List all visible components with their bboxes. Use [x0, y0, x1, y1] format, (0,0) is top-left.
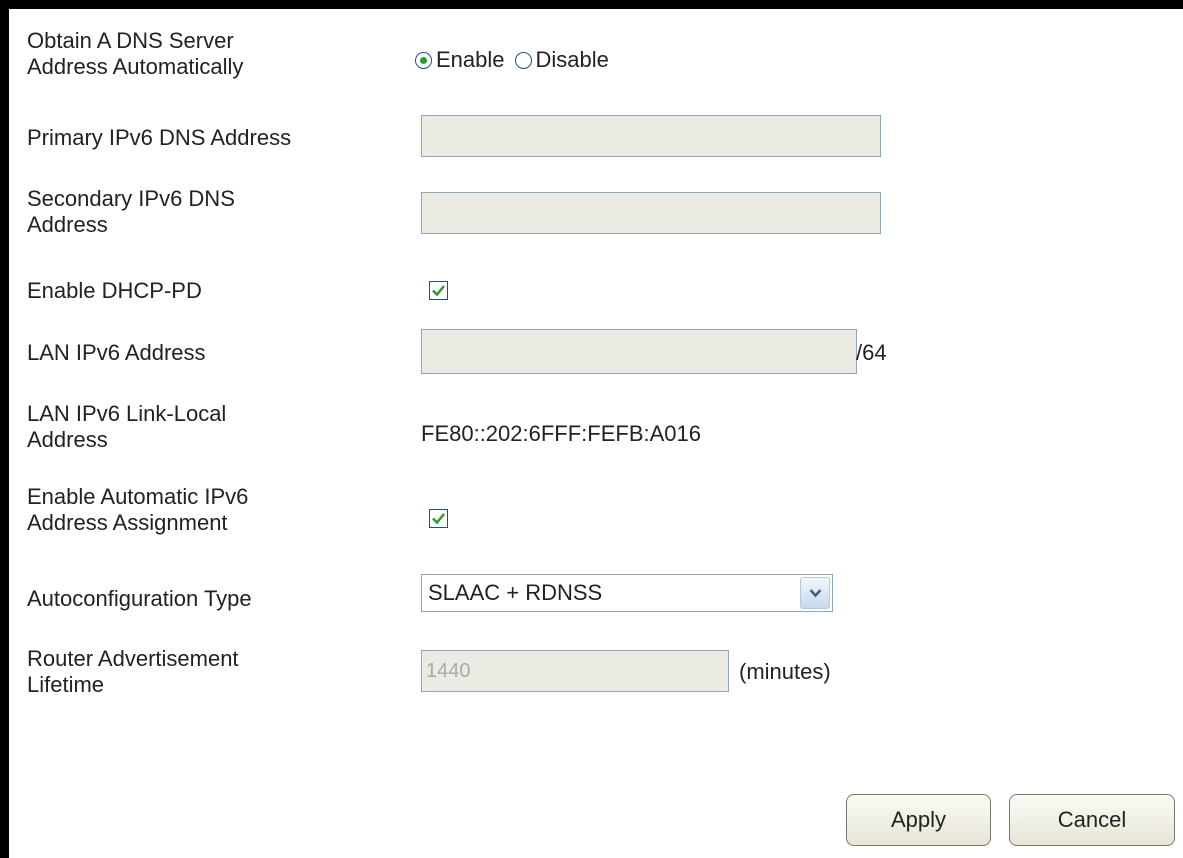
dropdown-arrow-button[interactable]: [800, 577, 830, 609]
obtain-dns-label: Obtain A DNS Server Address Automaticall…: [27, 28, 244, 79]
primary-dns-input[interactable]: [421, 115, 881, 157]
enable-radio-label[interactable]: Enable: [436, 47, 505, 73]
cancel-button[interactable]: Cancel: [1009, 794, 1175, 846]
lifetime-input[interactable]: 1440: [421, 650, 729, 692]
chevron-down-icon: [809, 589, 822, 598]
lan-ipv6-input[interactable]: [421, 329, 857, 374]
autoconfig-selected-value: SLAAC + RDNSS: [428, 580, 603, 605]
disable-radio-label[interactable]: Disable: [536, 47, 609, 73]
link-local-address: FE80::202:6FFF:FEFB:A016: [421, 421, 702, 446]
lan-prefix-suffix: /64: [856, 340, 887, 365]
router-adv-label: Router Advertisement Lifetime: [27, 646, 239, 697]
checkmark-icon: [432, 285, 445, 297]
dhcp-pd-checkbox[interactable]: [429, 281, 448, 300]
disable-radio[interactable]: [514, 51, 532, 69]
ipv6-settings-panel: Obtain A DNS Server Address Automaticall…: [9, 9, 1183, 858]
enable-dhcp-pd-label: Enable DHCP-PD: [27, 278, 202, 303]
auto-assign-label: Enable Automatic IPv6 Address Assignment: [27, 484, 249, 535]
apply-button[interactable]: Apply: [846, 794, 991, 846]
lifetime-unit: (minutes): [739, 659, 831, 684]
autoconfig-type-label: Autoconfiguration Type: [27, 586, 252, 611]
auto-assign-checkbox[interactable]: [429, 509, 448, 528]
enable-radio[interactable]: [415, 51, 432, 69]
secondary-dns-input[interactable]: [421, 192, 881, 234]
secondary-dns-label: Secondary IPv6 DNS Address: [27, 186, 235, 237]
lan-ipv6-label: LAN IPv6 Address: [27, 340, 206, 365]
checkmark-icon: [432, 513, 445, 525]
lan-link-local-label: LAN IPv6 Link-Local Address: [27, 401, 227, 452]
primary-dns-label: Primary IPv6 DNS Address: [27, 125, 292, 150]
autoconfig-type-select[interactable]: SLAAC + RDNSS: [421, 574, 833, 612]
dns-mode-radio-group: Enable Disable: [415, 47, 619, 73]
